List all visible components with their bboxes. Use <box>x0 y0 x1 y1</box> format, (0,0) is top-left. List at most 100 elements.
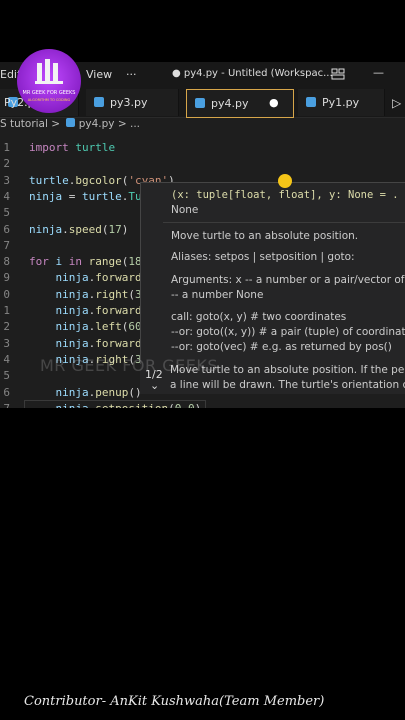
code-token: ninja <box>55 271 89 285</box>
modified-dot-icon[interactable]: ● <box>269 96 279 109</box>
code-token: speed <box>68 222 102 236</box>
watermark-text: MR GEEK FOR GEEKS <box>40 356 218 375</box>
logo-subtext: ALGORITHM TO CODING <box>28 98 71 102</box>
line-number: 7 <box>3 238 10 252</box>
line-number: 3 <box>3 336 10 350</box>
line-number: 6 <box>3 222 10 236</box>
code-token: range <box>88 255 122 269</box>
code-token: bgcolor <box>75 173 122 187</box>
window-title: ● py4.py - Untitled (Workspac... <box>172 68 333 79</box>
menu-view[interactable]: View <box>86 68 112 81</box>
python-file-icon <box>94 97 104 107</box>
code-token: forward <box>95 271 142 285</box>
signature-text: (x: tuple[float, float], y: None = . <box>171 189 399 201</box>
code-token: . <box>62 222 69 236</box>
code-token: ninja <box>55 320 89 334</box>
code-token: forward <box>95 304 142 317</box>
code-line[interactable]: ninja.right(3 <box>29 288 142 301</box>
doc-arguments: Arguments: x -- a number or a pair/vecto… <box>171 274 405 286</box>
code-token: turtle <box>29 173 69 187</box>
code-line[interactable]: ninja.penup() <box>29 386 142 399</box>
line-number: 6 <box>3 385 10 399</box>
mouse-cursor <box>278 174 292 188</box>
code-token: ninja <box>55 385 89 399</box>
tab-py4[interactable]: py4.py ● <box>186 89 294 118</box>
code-token: ( <box>101 222 109 236</box>
code-token: ( <box>128 287 135 301</box>
line-number: 7 <box>0 402 10 408</box>
code-line[interactable]: import turtle <box>29 141 115 154</box>
code-line[interactable]: ninja.left(60 <box>29 320 142 333</box>
doc-aliases: Aliases: setpos | setposition | goto: <box>171 251 355 263</box>
code-line[interactable]: ninja = turtle.Tu <box>29 190 142 203</box>
contributor-caption: Contributor- AnKit Kushwaha(Team Member) <box>24 694 325 709</box>
code-line[interactable]: ninja.forward <box>29 337 142 350</box>
code-token: ) <box>121 222 129 236</box>
code-line[interactable]: for i in range(18 <box>29 255 142 268</box>
doc-arguments-cont: -- a number None <box>171 289 264 301</box>
divider <box>163 222 405 223</box>
code-token: import <box>29 141 69 154</box>
line-number: 2 <box>3 157 10 171</box>
python-file-icon <box>66 118 76 127</box>
breadcrumb-file[interactable]: py4.py <box>79 118 115 130</box>
breadcrumb: S tutorial > py4.py > ... <box>0 118 140 136</box>
code-token: ninja <box>29 222 63 236</box>
code-line[interactable]: ninja.forward <box>29 271 142 284</box>
python-file-icon <box>195 98 205 108</box>
code-token: for <box>29 255 49 269</box>
breadcrumb-folder[interactable]: S tutorial <box>0 118 48 130</box>
tab-py3[interactable]: py3.py <box>86 89 179 116</box>
line-number: 9 <box>3 271 10 285</box>
layout-icon[interactable] <box>331 68 345 83</box>
line-number: 8 <box>3 255 10 269</box>
code-token: left <box>95 320 122 334</box>
doc-call-1: call: goto(x, y) # two coordinates <box>171 311 347 323</box>
code-line[interactable]: ninja.forward <box>29 304 142 317</box>
line-number: 3 <box>3 173 10 187</box>
line-number: 5 <box>3 369 10 383</box>
hover-tooltip: (x: tuple[float, float], y: None = . Non… <box>140 182 405 394</box>
minimize-icon[interactable]: — <box>373 66 384 79</box>
code-line[interactable]: ninja.speed(17) <box>29 223 128 236</box>
line-number: 5 <box>3 206 10 220</box>
line-number: 1 <box>3 141 10 154</box>
code-token: ninja <box>29 189 63 203</box>
chevron-down-icon[interactable]: ⌄ <box>150 379 159 392</box>
logo-text: MR GEEK FOR GEEKS <box>23 90 76 96</box>
code-token: right <box>95 287 129 301</box>
line-number: 0 <box>3 287 10 301</box>
signature-return: None <box>171 204 199 216</box>
line-number: 4 <box>3 189 10 203</box>
breadcrumb-separator: > <box>51 118 61 130</box>
line-number: 4 <box>3 352 10 366</box>
code-token: ninja <box>55 336 89 350</box>
channel-logo: MR GEEK FOR GEEKS ALGORITHM TO CODING <box>17 49 81 113</box>
doc-call-3: --or: goto(vec) # e.g. as returned by po… <box>171 341 392 353</box>
code-token: penup <box>95 385 129 399</box>
breadcrumb-separator: > ... <box>117 118 141 130</box>
code-token: turtle <box>82 189 122 203</box>
doc-description: Move turtle to an absolute position. <box>171 230 359 242</box>
code-token: turtle <box>75 141 116 154</box>
tab-label: Py1.py <box>322 96 360 109</box>
tab-label: py4.py <box>211 97 249 110</box>
run-icon[interactable]: ▷ <box>392 96 401 110</box>
code-token: 17 <box>108 222 122 236</box>
code-token: ninja <box>55 304 89 317</box>
doc-call-2: --or: goto((x, y)) # a pair (tuple) of c… <box>171 326 405 338</box>
code-token: = <box>62 189 82 203</box>
doc-description-3: a line will be drawn. The turtle's orien… <box>170 379 405 391</box>
tab-py1[interactable]: Py1.py <box>298 89 385 116</box>
line-number: 2 <box>3 320 10 334</box>
code-token: forward <box>95 336 142 350</box>
code-token: ninja <box>55 287 89 301</box>
menu-more[interactable]: ··· <box>126 68 137 81</box>
